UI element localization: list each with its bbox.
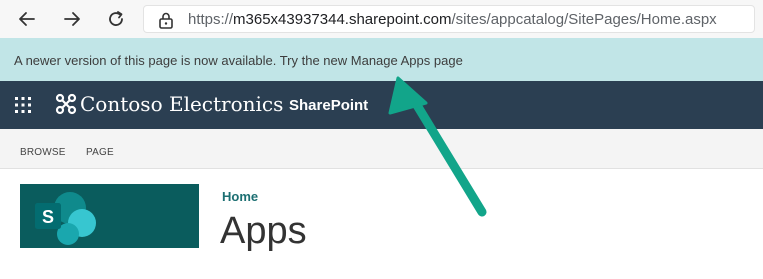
url-path: /sites/appcatalog/SitePages/Home.aspx [451, 11, 717, 28]
tab-page[interactable]: PAGE [86, 147, 114, 158]
banner-text: A newer version of this page is now avai… [14, 53, 463, 68]
manage-apps-link[interactable]: Try the new Manage Apps page [280, 53, 463, 68]
app-launcher-icon[interactable] [14, 96, 32, 114]
forward-button[interactable] [60, 7, 84, 31]
back-arrow-icon [19, 12, 35, 26]
address-bar[interactable]: https://m365x43937344.sharepoint.com/sit… [143, 5, 755, 33]
contoso-logo-icon [55, 93, 77, 115]
organization-name[interactable]: Contoso Electronics [80, 92, 283, 116]
refresh-icon [109, 11, 123, 26]
lock-icon[interactable] [158, 11, 174, 29]
url-text: https://m365x43937344.sharepoint.com/sit… [188, 11, 717, 28]
browser-toolbar: https://m365x43937344.sharepoint.com/sit… [0, 0, 763, 38]
tab-browse[interactable]: BROWSE [20, 147, 66, 158]
site-logo[interactable]: S [20, 184, 199, 248]
refresh-button[interactable] [104, 7, 128, 31]
ribbon: BROWSE PAGE [0, 129, 763, 169]
suite-bar: Contoso Electronics SharePoint [0, 81, 763, 129]
page-title: Apps [220, 210, 307, 252]
url-prefix: https:// [188, 11, 234, 28]
banner-message: A newer version of this page is now avai… [14, 53, 277, 68]
breadcrumb-home[interactable]: Home [222, 189, 258, 204]
app-name-link[interactable]: SharePoint [289, 97, 368, 114]
url-host: m365x43937344.sharepoint.com [233, 11, 452, 28]
logo-letter: S [42, 207, 54, 227]
forward-arrow-icon [64, 12, 80, 26]
back-button[interactable] [15, 7, 39, 31]
new-version-banner: A newer version of this page is now avai… [0, 38, 763, 81]
sharepoint-logo-icon: S [35, 192, 96, 245]
